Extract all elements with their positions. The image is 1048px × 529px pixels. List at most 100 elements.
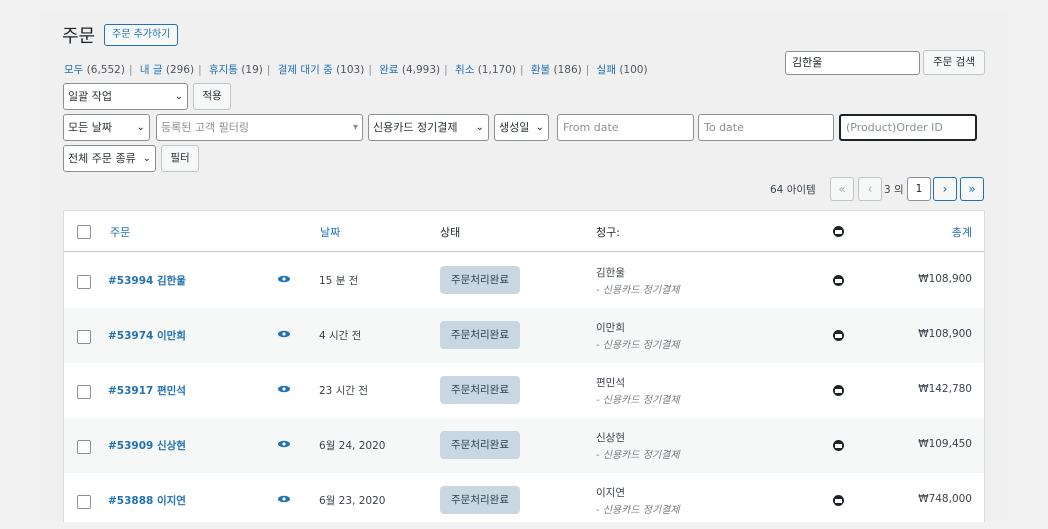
filter-button[interactable]: 필터 xyxy=(161,145,199,172)
order-date: 6월 23, 2020 xyxy=(319,495,386,507)
items-count: 64 아이템 xyxy=(770,184,816,196)
filter-pending-count: (103) xyxy=(336,64,365,76)
column-order[interactable]: 주문 xyxy=(110,224,130,240)
filter-failed[interactable]: 실패 xyxy=(597,64,616,76)
orders-table: 주문 날짜 상태 청구: 총계 #53994 김한울 15 분 전 주문처리완료… xyxy=(63,210,985,522)
filter-completed[interactable]: 완료 xyxy=(379,64,398,76)
bulk-action-value: 일괄 작업 xyxy=(68,90,112,103)
order-date: 23 시간 전 xyxy=(319,385,369,397)
shipping-icon xyxy=(833,330,844,341)
order-date: 6월 24, 2020 xyxy=(319,440,386,452)
filter-pending[interactable]: 결제 대기 중 xyxy=(278,64,333,76)
apply-button[interactable]: 적용 xyxy=(193,83,231,110)
chevron-down-icon: ⌄ xyxy=(136,122,145,133)
billing-name: 김한울 xyxy=(596,267,625,279)
order-date: 4 시간 전 xyxy=(319,330,362,342)
chevron-down-icon: ⌄ xyxy=(535,122,544,133)
product-order-id-input[interactable]: (Product)Order ID xyxy=(839,114,977,141)
billing-name: 이만희 xyxy=(596,322,625,334)
filter-trash-count: (19) xyxy=(241,64,263,76)
row-checkbox[interactable] xyxy=(77,495,91,509)
status-badge: 주문처리완료 xyxy=(440,486,520,514)
sort-field-select[interactable]: 생성일 ⌄ xyxy=(494,114,549,141)
order-date: 15 분 전 xyxy=(319,275,359,287)
table-row[interactable]: #53909 신상현 6월 24, 2020 주문처리완료 신상현 - 신용카드… xyxy=(64,418,984,473)
total-pages-label: 3 의 xyxy=(884,184,904,196)
date-filter-select[interactable]: 모든 날짜 ⌄ xyxy=(63,114,150,141)
current-page-input[interactable]: 1 xyxy=(907,177,931,201)
row-checkbox[interactable] xyxy=(77,385,91,399)
status-filter-links: 모두 (6,552) | 내 글 (296) | 휴지통 (19) | 결제 대기 중… xyxy=(64,64,648,76)
order-total: ₩108,900 xyxy=(918,328,972,340)
order-type-value: 전체 주문 종류 xyxy=(68,152,136,165)
billing-name: 이지연 xyxy=(596,487,625,499)
date-filter-value: 모든 날짜 xyxy=(68,121,112,134)
preview-eye-icon[interactable] xyxy=(278,440,290,448)
filter-all-count: (6,552) xyxy=(86,64,125,76)
add-order-button[interactable]: 주문 추가하기 xyxy=(104,24,179,46)
column-date[interactable]: 날짜 xyxy=(320,224,340,240)
filter-mine[interactable]: 내 글 xyxy=(140,64,163,76)
status-badge: 주문처리완료 xyxy=(440,321,520,349)
status-badge: 주문처리완료 xyxy=(440,376,520,404)
table-row[interactable]: #53974 이만희 4 시간 전 주문처리완료 이만희 - 신용카드 정기결제… xyxy=(64,308,984,363)
billing-method: - 신용카드 정기결제 xyxy=(596,450,680,461)
order-total: ₩108,900 xyxy=(918,273,972,285)
from-date-input[interactable]: From date xyxy=(557,114,694,141)
filter-cancelled-count: (1,170) xyxy=(477,64,516,76)
shipping-icon xyxy=(833,495,844,506)
chevron-down-icon: ⌄ xyxy=(174,91,183,102)
billing-method: - 신용카드 정기결제 xyxy=(596,340,680,351)
filter-all[interactable]: 모두 xyxy=(64,64,83,76)
order-total: ₩109,450 xyxy=(918,438,972,450)
order-link[interactable]: #53974 이만희 xyxy=(108,328,186,343)
payment-method-select[interactable]: 신용카드 정기결제 ⌄ xyxy=(368,114,489,141)
column-total[interactable]: 총계 xyxy=(952,224,972,240)
search-orders-button[interactable]: 주문 검색 xyxy=(923,50,985,75)
preview-eye-icon[interactable] xyxy=(278,385,290,393)
row-checkbox[interactable] xyxy=(77,275,91,289)
prev-page-button[interactable]: ‹ xyxy=(858,177,882,201)
search-input[interactable]: 김한울 xyxy=(785,51,920,75)
sort-field-value: 생성일 xyxy=(499,121,530,134)
bulk-action-select[interactable]: 일괄 작업 ⌄ xyxy=(63,83,188,110)
preview-eye-icon[interactable] xyxy=(278,275,290,283)
filter-trash[interactable]: 휴지통 xyxy=(209,64,238,76)
filter-refunded[interactable]: 환불 xyxy=(531,64,550,76)
billing-name: 편민석 xyxy=(596,377,625,389)
customer-filter-placeholder: 등록된 고객 필터링 xyxy=(161,121,249,134)
preview-eye-icon[interactable] xyxy=(278,495,290,503)
status-badge: 주문처리완료 xyxy=(440,431,520,459)
billing-name: 신상현 xyxy=(596,432,625,444)
filter-cancelled[interactable]: 취소 xyxy=(455,64,474,76)
column-status: 상태 xyxy=(440,226,461,239)
next-page-button[interactable]: › xyxy=(933,177,957,201)
triangle-down-icon: ▾ xyxy=(352,122,358,133)
to-date-input[interactable]: To date xyxy=(698,114,834,141)
billing-method: - 신용카드 정기결제 xyxy=(596,395,680,406)
page-title: 주문 xyxy=(62,26,96,47)
order-total: ₩748,000 xyxy=(918,493,972,505)
filter-failed-count: (100) xyxy=(619,64,648,76)
order-link[interactable]: #53888 이지연 xyxy=(108,493,186,508)
filter-refunded-count: (186) xyxy=(553,64,582,76)
order-link[interactable]: #53994 김한울 xyxy=(108,273,186,288)
first-page-button[interactable]: « xyxy=(830,177,854,201)
chevron-down-icon: ⌄ xyxy=(475,122,484,133)
customer-filter-select[interactable]: 등록된 고객 필터링 ▾ xyxy=(156,114,363,141)
table-row[interactable]: #53917 편민석 23 시간 전 주문처리완료 편민석 - 신용카드 정기결… xyxy=(64,363,984,418)
last-page-button[interactable]: » xyxy=(960,177,984,201)
row-checkbox[interactable] xyxy=(77,440,91,454)
order-type-select[interactable]: 전체 주문 종류 ⌄ xyxy=(63,145,156,172)
table-header: 주문 날짜 상태 청구: 총계 xyxy=(64,211,984,252)
order-link[interactable]: #53909 신상현 xyxy=(108,438,186,453)
filter-completed-count: (4,993) xyxy=(401,64,441,76)
preview-eye-icon[interactable] xyxy=(278,330,290,338)
table-row[interactable]: #53994 김한울 15 분 전 주문처리완료 김한울 - 신용카드 정기결제… xyxy=(64,253,984,308)
order-link[interactable]: #53917 편민석 xyxy=(108,383,186,398)
column-billing: 청구: xyxy=(596,226,620,239)
row-checkbox[interactable] xyxy=(77,330,91,344)
table-row[interactable]: #53888 이지연 6월 23, 2020 주문처리완료 이지연 - 신용카드… xyxy=(64,473,984,522)
orders-page: 주문 주문 추가하기 모두 (6,552) | 내 글 (296) | 휴지통 (1… xyxy=(40,12,1008,522)
select-all-checkbox[interactable] xyxy=(77,225,91,239)
